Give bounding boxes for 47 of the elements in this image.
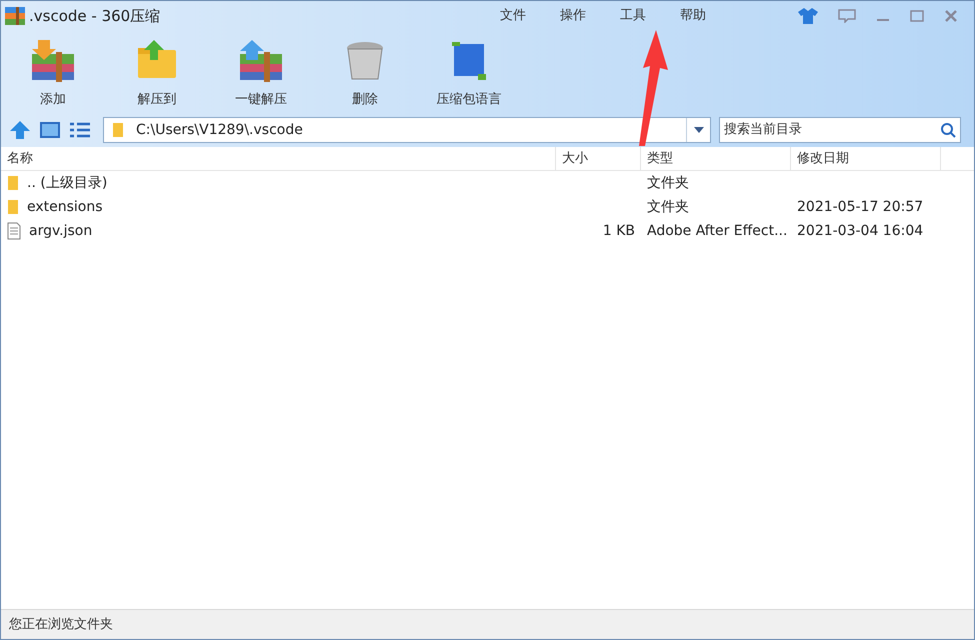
archive-icon	[238, 40, 284, 82]
file-type: Adobe After Effect...	[647, 222, 788, 238]
window-title: .vscode - 360压缩	[29, 6, 160, 27]
menu-item[interactable]: 帮助	[680, 6, 706, 26]
file-name: .. (上级目录)	[27, 174, 108, 192]
file-size: 1 KB	[602, 222, 635, 240]
column-header[interactable]: 类型	[641, 147, 791, 170]
file-row[interactable]: .. (上级目录) 文件夹	[1, 171, 974, 195]
status-text: 您正在浏览文件夹	[9, 616, 113, 634]
folder-icon	[7, 199, 19, 215]
close-icon[interactable]	[944, 10, 958, 22]
list-view-icon[interactable]	[69, 121, 91, 139]
toolbar-button[interactable]: 一键解压	[209, 40, 313, 113]
folder-icon	[112, 122, 124, 138]
file-icon	[7, 222, 21, 240]
column-header[interactable]: 修改日期	[791, 147, 941, 170]
up-arrow-icon[interactable]	[9, 120, 31, 140]
file-row[interactable]: argv.json 1 KB Adobe After Effect... 2021-03-04 16:04	[1, 219, 974, 243]
search-field[interactable]: 搜索当前目录	[719, 117, 961, 143]
file-name: argv.json	[29, 222, 92, 240]
app-icon	[5, 7, 25, 25]
search-icon[interactable]	[940, 122, 956, 138]
file-date: 2021-03-04 16:04	[797, 222, 924, 238]
file-row[interactable]: extensions 文件夹 2021-05-17 20:57	[1, 195, 974, 219]
maximize-icon[interactable]	[910, 10, 924, 22]
column-header[interactable]: 大小	[556, 147, 641, 170]
toolbar-button[interactable]: 删除	[313, 40, 417, 113]
address-field[interactable]: C:\Users\V1289\.vscode	[103, 117, 711, 143]
archive-icon	[30, 40, 76, 82]
column-header[interactable]: 名称	[1, 147, 556, 170]
menu-item[interactable]: 操作	[560, 6, 586, 26]
folder-icon	[7, 175, 19, 191]
toolbar-button[interactable]: 添加	[1, 40, 105, 113]
file-name: extensions	[27, 198, 103, 216]
toolbar-button[interactable]: 解压到	[105, 40, 209, 113]
shirt-icon[interactable]	[798, 8, 818, 24]
file-type: 文件夹	[647, 174, 689, 190]
file-date: 2021-05-17 20:57	[797, 198, 924, 214]
caret-icon	[694, 127, 704, 133]
file-type: 文件夹	[647, 198, 689, 214]
address-text: C:\Users\V1289\.vscode	[136, 120, 303, 140]
message-icon[interactable]	[838, 9, 856, 23]
menu-item[interactable]: 工具	[620, 6, 646, 26]
search-input[interactable]: 搜索当前目录	[720, 120, 940, 140]
thumbnail-view-icon[interactable]	[39, 121, 61, 139]
toolbar-button[interactable]: 压缩包语言	[417, 40, 521, 113]
menu-item[interactable]: 文件	[500, 6, 526, 26]
